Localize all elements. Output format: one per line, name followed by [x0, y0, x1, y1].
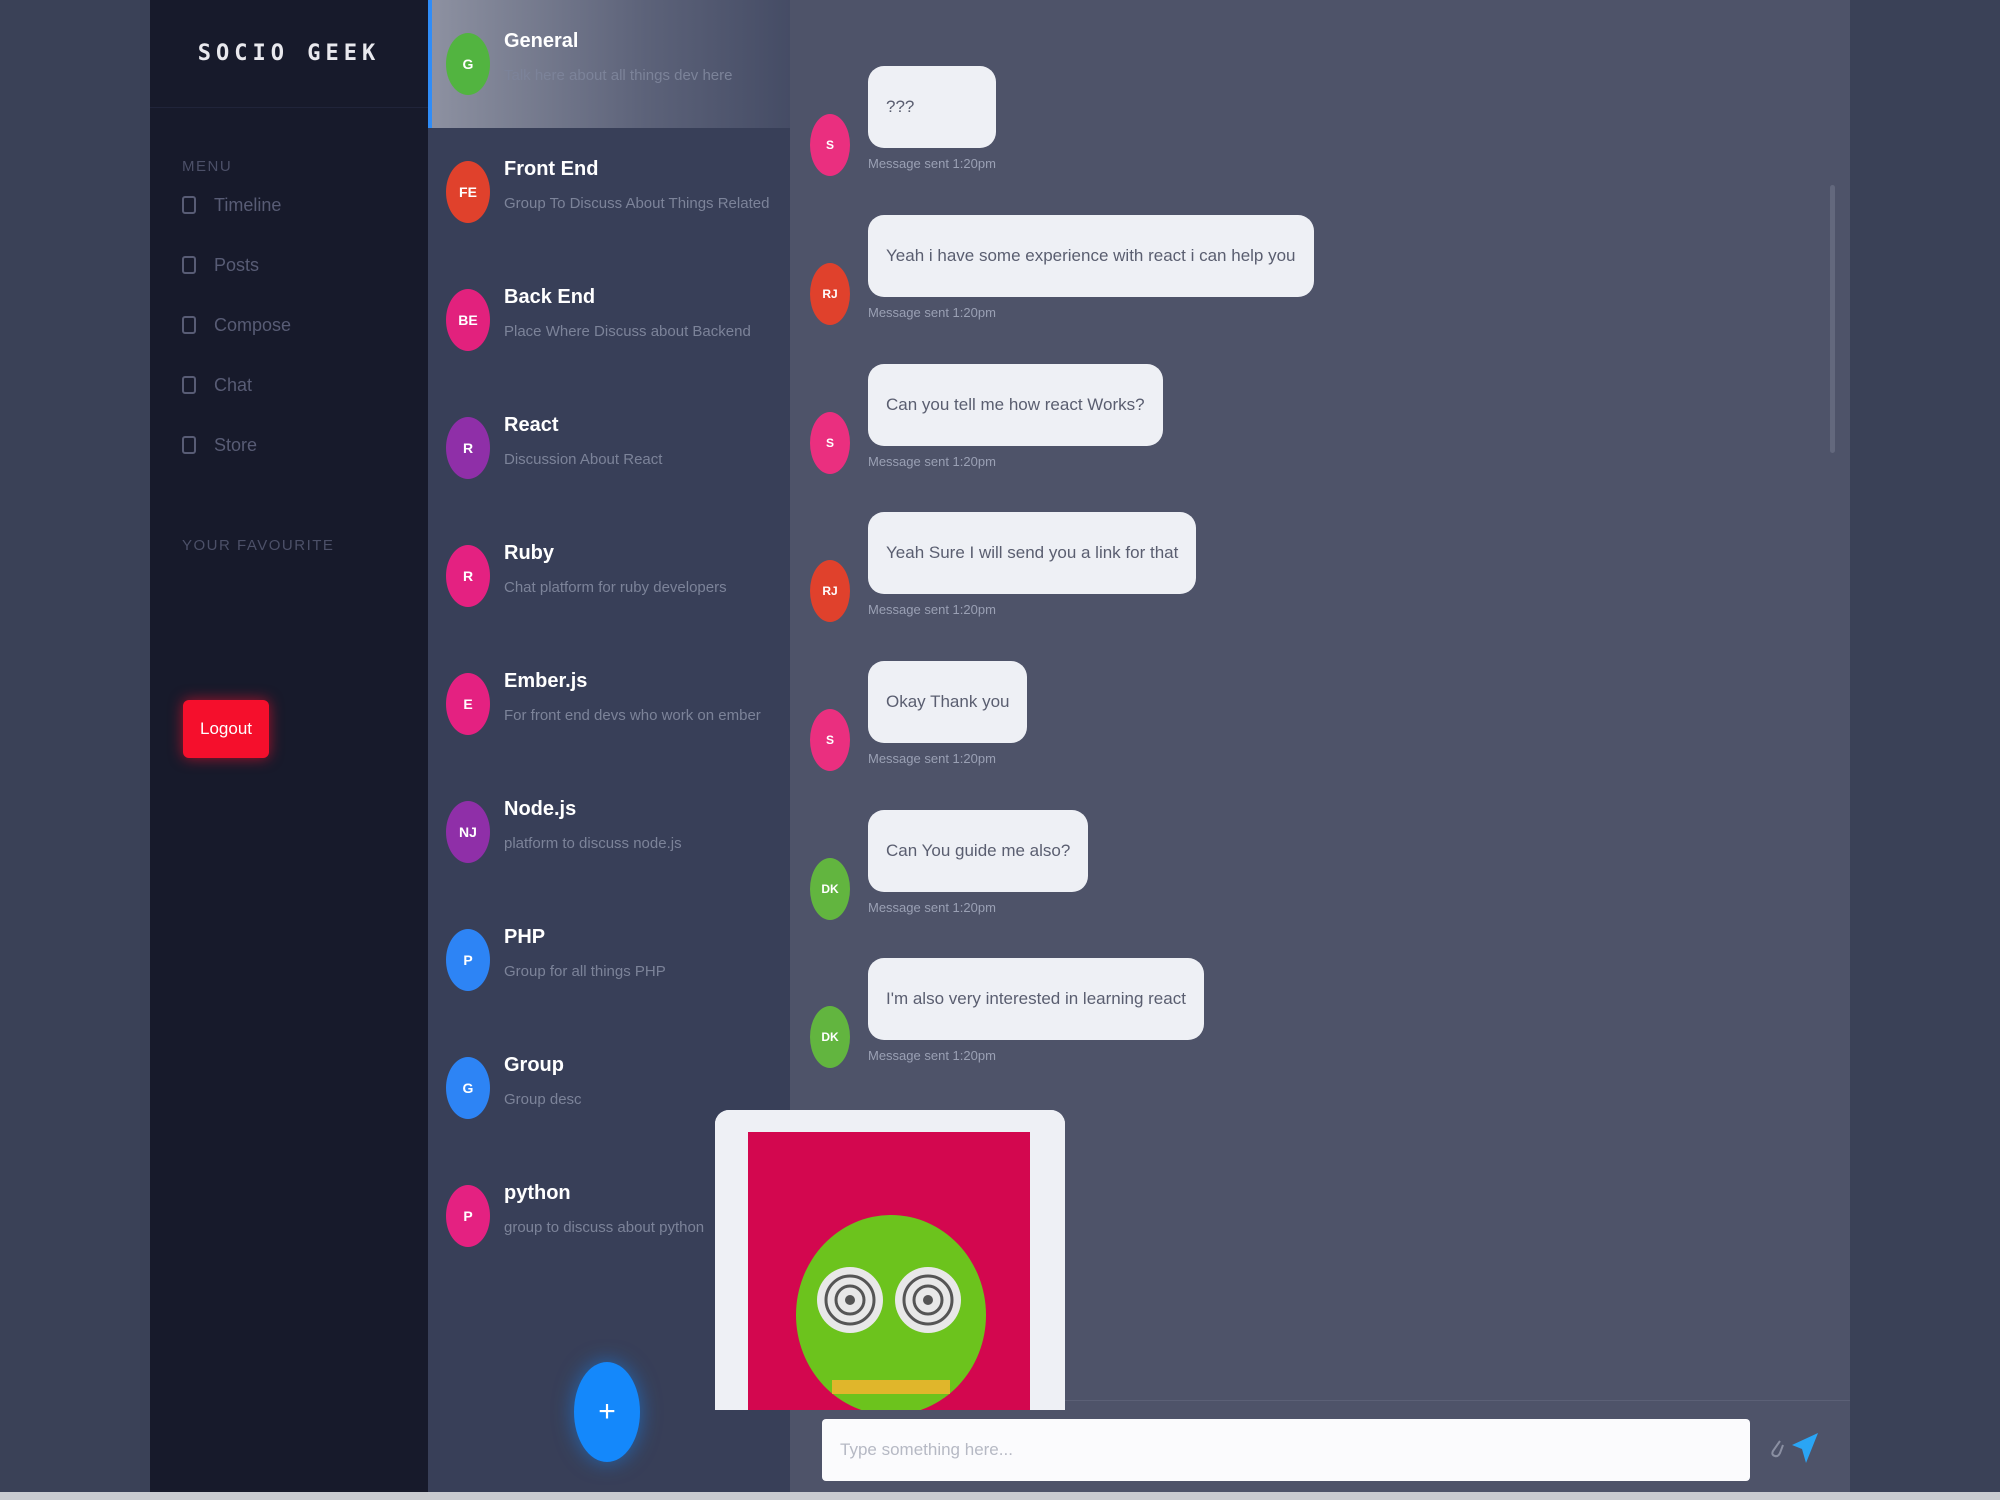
message-bubble: ??? — [868, 66, 996, 148]
group-item-ember[interactable]: E Ember.js For front end devs who work on… — [428, 640, 790, 768]
group-avatar: NJ — [446, 801, 490, 863]
brand-logo: SOCIO GEEK — [150, 0, 428, 108]
edit-icon — [182, 316, 196, 334]
favourites-heading: YOUR FAVOURITE — [182, 537, 335, 554]
sender-avatar: S — [810, 412, 850, 474]
sender-avatar: DK — [810, 858, 850, 920]
group-desc: Discussion About React — [504, 451, 663, 468]
group-avatar: P — [446, 1185, 490, 1247]
sender-avatar: S — [810, 709, 850, 771]
group-name: Ember.js — [504, 670, 588, 692]
sender-avatar: RJ — [810, 560, 850, 622]
message-composer — [790, 1400, 1850, 1492]
paperclip-icon[interactable] — [1768, 1435, 1786, 1463]
nav-item-label: Compose — [214, 314, 292, 335]
group-desc: platform to discuss node.js — [504, 835, 682, 852]
group-name: python — [504, 1182, 571, 1204]
message-bubble: I'm also very interested in learning rea… — [868, 958, 1204, 1040]
chat-scrollbar[interactable] — [1830, 185, 1835, 453]
message-input[interactable] — [822, 1419, 1750, 1481]
group-avatar: P — [446, 929, 490, 991]
sender-avatar: S — [810, 114, 850, 176]
group-desc: group to discuss about python — [504, 1219, 705, 1236]
group-avatar: G — [446, 33, 490, 95]
logout-button[interactable]: Logout — [183, 700, 269, 758]
sender-avatar: RJ — [810, 263, 850, 325]
group-name: Group — [504, 1054, 564, 1076]
message-meta: Message sent 1:20pm — [868, 156, 996, 171]
group-name: React — [504, 414, 559, 436]
shared-image-message[interactable] — [715, 1110, 1065, 1410]
sender-avatar: DK — [810, 1006, 850, 1068]
group-desc: Chat platform for ruby developers — [504, 579, 727, 596]
chat-message: S ??? Message sent 1:20pm — [810, 66, 996, 176]
group-name: PHP — [504, 926, 546, 948]
group-item-general[interactable]: G General Talk here about all things dev … — [428, 0, 790, 128]
group-name: Front End — [504, 158, 599, 180]
sidebar: SOCIO GEEK MENU Timeline Posts Compose C… — [150, 0, 428, 1492]
group-item-php[interactable]: P PHP Group for all things PHP — [428, 896, 790, 1024]
store-icon — [182, 436, 196, 454]
group-desc: Place Where Discuss about Backend — [504, 323, 751, 340]
message-bubble: Okay Thank you — [868, 661, 1028, 743]
message-bubble: Can You guide me also? — [868, 810, 1089, 892]
add-group-button[interactable]: + — [574, 1362, 640, 1462]
group-item-react[interactable]: R React Discussion About React — [428, 384, 790, 512]
nav-item-compose[interactable]: Compose — [182, 295, 396, 355]
message-bubble: Yeah Sure I will send you a link for tha… — [868, 512, 1197, 594]
bottom-border — [0, 1492, 2000, 1500]
group-name: Node.js — [504, 798, 577, 820]
nav-item-label: Chat — [214, 374, 253, 395]
group-avatar: G — [446, 1057, 490, 1119]
group-avatar: E — [446, 673, 490, 735]
nav-item-store[interactable]: Store — [182, 415, 396, 475]
group-item-node[interactable]: NJ Node.js platform to discuss node.js — [428, 768, 790, 896]
group-avatar: R — [446, 545, 490, 607]
chat-message: DK Can You guide me also? Message sent 1:… — [810, 810, 1089, 920]
group-item-ruby[interactable]: R Ruby Chat platform for ruby developers — [428, 512, 790, 640]
chat-message: S Okay Thank you Message sent 1:20pm — [810, 661, 1028, 771]
group-item-back-end[interactable]: BE Back End Place Where Discuss about Bac… — [428, 256, 790, 384]
message-meta: Message sent 1:20pm — [868, 454, 996, 469]
group-avatar: R — [446, 417, 490, 479]
message-meta: Message sent 1:20pm — [868, 305, 996, 320]
shared-image — [715, 1110, 1065, 1410]
message-meta: Message sent 1:20pm — [868, 751, 996, 766]
group-desc: Group for all things PHP — [504, 963, 666, 980]
group-avatar: FE — [446, 161, 490, 223]
paperclip-icon-graphic — [1771, 1440, 1784, 1458]
group-name: Ruby — [504, 542, 554, 564]
message-bubble: Yeah i have some experience with react i… — [868, 215, 1314, 297]
send-icon-graphic — [1792, 1433, 1818, 1463]
group-name: General — [504, 30, 579, 52]
send-icon[interactable] — [1790, 1431, 1820, 1465]
chat-message: RJ Yeah Sure I will send you a link for … — [810, 512, 1197, 622]
nav-menu: MENU Timeline Posts Compose Chat Store Y… — [150, 158, 428, 554]
file-icon — [182, 256, 196, 274]
group-desc: For front end devs who work on ember — [504, 707, 761, 724]
nav-item-posts[interactable]: Posts — [182, 235, 396, 295]
nav-item-chat[interactable]: Chat — [182, 355, 396, 415]
nav-item-label: Posts — [214, 254, 260, 275]
chat-message: RJ Yeah i have some experience with reac… — [810, 215, 1314, 325]
chat-message: S Can you tell me how react Works? Messag… — [810, 364, 1163, 474]
message-bubble: Can you tell me how react Works? — [868, 364, 1163, 446]
group-item-front-end[interactable]: FE Front End Group To Discuss About Thing… — [428, 128, 790, 256]
chat-message: DK I'm also very interested in learning … — [810, 958, 1204, 1068]
group-avatar: BE — [446, 289, 490, 351]
chat-icon — [182, 376, 196, 394]
nav-item-label: Store — [214, 434, 258, 455]
menu-heading: MENU — [182, 158, 233, 175]
group-desc: Talk here about all things dev here — [504, 67, 733, 84]
message-meta: Message sent 1:20pm — [868, 900, 996, 915]
message-meta: Message sent 1:20pm — [868, 602, 996, 617]
group-desc: Group desc — [504, 1091, 582, 1108]
lock-icon — [182, 196, 196, 214]
group-name: Back End — [504, 286, 596, 308]
nav-item-timeline[interactable]: Timeline — [182, 175, 396, 235]
group-desc: Group To Discuss About Things Related — [504, 195, 770, 212]
nav-item-label: Timeline — [214, 194, 282, 215]
message-meta: Message sent 1:20pm — [868, 1048, 996, 1063]
